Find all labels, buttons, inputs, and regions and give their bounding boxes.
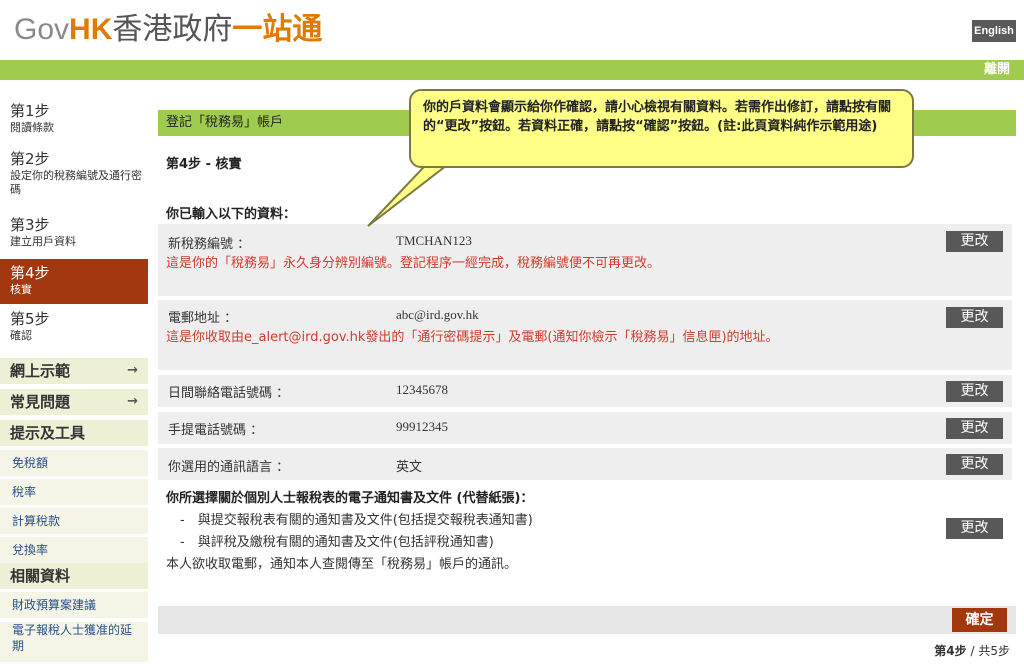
step-heading: 第4步 - 核實	[166, 157, 242, 172]
sidebar-link-tax-calculator[interactable]: 計算稅款	[0, 508, 148, 534]
progress-separator: /	[970, 644, 975, 658]
notice-heading: 你所選擇關於個別人士報稅表的電子通知書及文件 (代替紙張)：	[166, 491, 534, 506]
step-progress: 第4步 / 共5步	[934, 642, 1010, 659]
sidebar-link-exchange-rates[interactable]: 兌換率	[0, 537, 148, 563]
arrow-right-icon: →	[127, 394, 138, 409]
change-button[interactable]: 更改	[946, 454, 1003, 475]
step-number: 第4步	[10, 264, 50, 282]
change-button[interactable]: 更改	[946, 381, 1003, 402]
callout-text: 你的戶資料會顯示給你作確認，請小心檢視有關資料。若需作出修訂，請點按有關的“更改…	[423, 100, 892, 134]
step-number: 第5步	[10, 310, 50, 328]
step-text: 核實	[10, 283, 32, 296]
row-label: 你選用的通訊語言 ：	[168, 460, 290, 475]
row-value: 英文	[396, 460, 423, 475]
logout-link[interactable]: 離開	[984, 60, 1010, 80]
menu-tips-tools[interactable]: 提示及工具	[0, 420, 148, 446]
notice-item: - 與提交報稅表有關的通知書及文件(包括提交報稅表通知書)	[180, 513, 533, 528]
sidebar-link-e-filing-extension[interactable]: 電子報稅人士獲准的延期	[0, 622, 148, 662]
row-note: 這是你的「稅務易」永久身分辨別編號。登記程序一經完成，稅務編號便不可再更改。	[166, 256, 661, 271]
row-label: 新稅務編號 ：	[168, 237, 251, 252]
english-button[interactable]: English	[972, 20, 1016, 42]
menu-label: 網上示範	[10, 362, 71, 380]
govhk-logo[interactable]: GovHK香港政府一站通	[14, 10, 322, 50]
row-mobile-phone	[158, 412, 1012, 444]
change-button[interactable]: 更改	[946, 518, 1003, 539]
sidebar-link-budget[interactable]: 財政預算案建議	[0, 592, 148, 618]
change-button[interactable]: 更改	[946, 418, 1003, 439]
menu-label: 常見問題	[10, 393, 71, 411]
instruction-callout: 你的戶資料會顯示給你作確認，請小心檢視有關資料。若需作出修訂，請點按有關的“更改…	[409, 89, 914, 168]
row-value: TMCHAN123	[396, 233, 472, 248]
logo-gov-text: Gov	[14, 13, 70, 46]
sidebar-step-5: 第5步 確認	[0, 310, 148, 350]
arrow-right-icon: →	[127, 363, 138, 378]
step-text: 設定你的稅務編號及通行密碼	[10, 169, 142, 196]
logo-zh-highlight: 一站通	[232, 12, 323, 47]
logo-zh-text: 香港政府	[112, 12, 233, 47]
bottom-bar	[158, 606, 1016, 634]
step-text: 確認	[10, 329, 32, 342]
row-label: 電郵地址 ：	[168, 311, 238, 326]
sidebar-link-tax-rates[interactable]: 稅率	[0, 479, 148, 505]
confirm-button[interactable]: 確定	[952, 608, 1007, 632]
step-text: 建立用戶資料	[10, 235, 76, 248]
row-value: abc@ird.gov.hk	[396, 307, 479, 322]
sidebar-link-allowances[interactable]: 免稅額	[0, 450, 148, 476]
menu-label: 提示及工具	[10, 424, 86, 442]
row-label: 日間聯絡電話號碼 ：	[168, 386, 290, 401]
sidebar-step-1: 第1步 閱讀條款	[0, 102, 148, 142]
change-button[interactable]: 更改	[946, 231, 1003, 252]
notice-footer: 本人欲收取電郵，通知本人查閱傳至「稅務易」帳戶的通訊。	[166, 557, 518, 572]
change-button[interactable]: 更改	[946, 307, 1003, 328]
step-number: 第1步	[10, 102, 50, 120]
sidebar-step-4-active: 第4步 核實	[0, 259, 148, 304]
page-title: 登記「稅務易」帳戶	[166, 115, 284, 130]
step-number: 第2步	[10, 150, 50, 168]
progress-current: 第4步	[934, 644, 967, 658]
notice-item: - 與評稅及繳稅有關的通知書及文件(包括評稅通知書)	[180, 535, 494, 550]
row-note: 這是你收取由e_alert@ird.gov.hk發出的「通行密碼提示」及電郵(通…	[166, 330, 779, 345]
sidebar-step-3: 第3步 建立用戶資料	[0, 216, 148, 256]
row-label: 手提電話號碼 ：	[168, 423, 264, 438]
menu-faq[interactable]: 常見問題 →	[0, 389, 148, 415]
row-value: 99912345	[396, 419, 448, 434]
sidebar-step-2: 第2步 設定你的稅務編號及通行密碼	[0, 150, 148, 208]
menu-online-demo[interactable]: 網上示範 →	[0, 358, 148, 384]
step-number: 第3步	[10, 216, 50, 234]
related-info-heading: 相關資料	[0, 563, 148, 589]
step-text: 閱讀條款	[10, 121, 54, 134]
progress-total: 共5步	[978, 644, 1010, 658]
logo-hk-text: HK	[69, 13, 113, 46]
row-value: 12345678	[396, 382, 448, 397]
top-green-bar	[0, 60, 1024, 80]
entered-info-heading: 你已輸入以下的資料：	[166, 207, 297, 222]
